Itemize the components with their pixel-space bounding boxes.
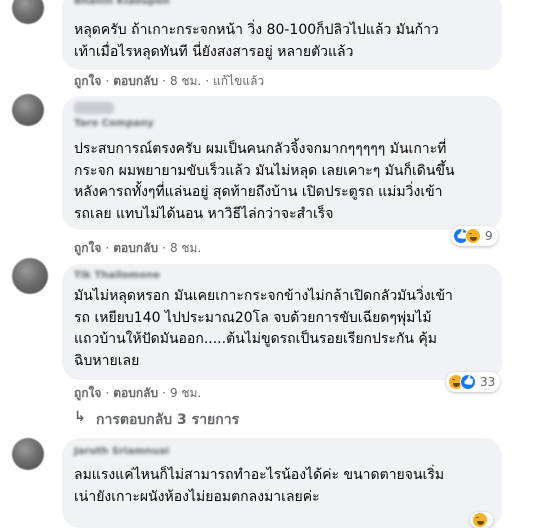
comment-author[interactable]: Bhanin Kiaoupon	[74, 0, 170, 8]
like-link[interactable]: ถูกใจ	[74, 386, 101, 400]
comment-author[interactable]: Jaruth Sriamnuai	[74, 446, 169, 458]
reaction-count: 33	[480, 375, 496, 389]
reaction-count: 9	[485, 229, 493, 243]
comment-time[interactable]: 8 ชม.	[170, 241, 201, 255]
comment-bubble: Tik Thailomone มันไม่หลุดหรอก มันเคยเกาะ…	[62, 264, 502, 380]
comment-actions: ถูกใจ · ตอบกลับ · 9 ชม.	[74, 386, 202, 400]
replies-link[interactable]: การตอบกลับ 3 รายการ	[96, 409, 239, 431]
comment-actions: ถูกใจ · ตอบกลับ · 8 ชม.	[74, 241, 202, 255]
reply-arrow-icon: ↳	[74, 409, 86, 425]
like-link[interactable]: ถูกใจ	[74, 241, 101, 255]
comment-bubble: Jaruth Sriamnuai ลมแรงแค่ไหนก็ไม่สามารถท…	[62, 438, 502, 528]
reaction-summary[interactable]: 9	[451, 226, 498, 246]
edited-label[interactable]: แก้ไขแล้ว	[213, 74, 264, 88]
reply-link[interactable]: ตอบกลับ	[113, 386, 158, 400]
laughing-face-icon	[472, 512, 488, 528]
comment-time[interactable]: 9 ชม.	[170, 386, 201, 400]
reaction-summary[interactable]	[470, 512, 493, 528]
reply-link[interactable]: ตอบกลับ	[113, 74, 158, 88]
avatar[interactable]	[12, 94, 44, 126]
comment-author[interactable]	[74, 102, 114, 114]
avatar[interactable]	[12, 0, 44, 24]
comment-bubble: Bhanin Kiaoupon หลุดครับ ถ้าเกาะกระจกหน้…	[62, 0, 502, 70]
like-link[interactable]: ถูกใจ	[74, 74, 101, 88]
comment-time[interactable]: 8 ชม.	[170, 74, 201, 88]
reply-link[interactable]: ตอบกลับ	[113, 241, 158, 255]
reaction-summary[interactable]: 33	[446, 372, 501, 392]
avatar[interactable]	[12, 438, 44, 470]
comment-author[interactable]: Tik Thailomone	[74, 270, 160, 282]
avatar[interactable]	[12, 258, 48, 294]
comment-text: หลุดครับ ถ้าเกาะกระจกหน้า วิ่ง 80-100ก็ป…	[74, 22, 439, 60]
laughing-face-icon	[465, 228, 481, 244]
comment-actions: ถูกใจ · ตอบกลับ · 8 ชม. · แก้ไขแล้ว	[74, 74, 265, 88]
comment-text: ลมแรงแค่ไหนก็ไม่สามารถทำอะไรน้องได้ค่ะ ข…	[74, 467, 445, 505]
comment-author[interactable]: Taro Company	[74, 118, 154, 130]
comment-bubble: Taro Company ประสบการณ์ตรงครับ ผมเป็นคนก…	[62, 96, 502, 230]
comment-text: มันไม่หลุดหรอก มันเคยเกาะกระจกข้างไม่กล้…	[74, 288, 453, 369]
thumbs-up-icon	[460, 374, 476, 390]
comment-text: ประสบการณ์ตรงครับ ผมเป็นคนกลัวจิ้งจกมากๆ…	[74, 141, 455, 222]
